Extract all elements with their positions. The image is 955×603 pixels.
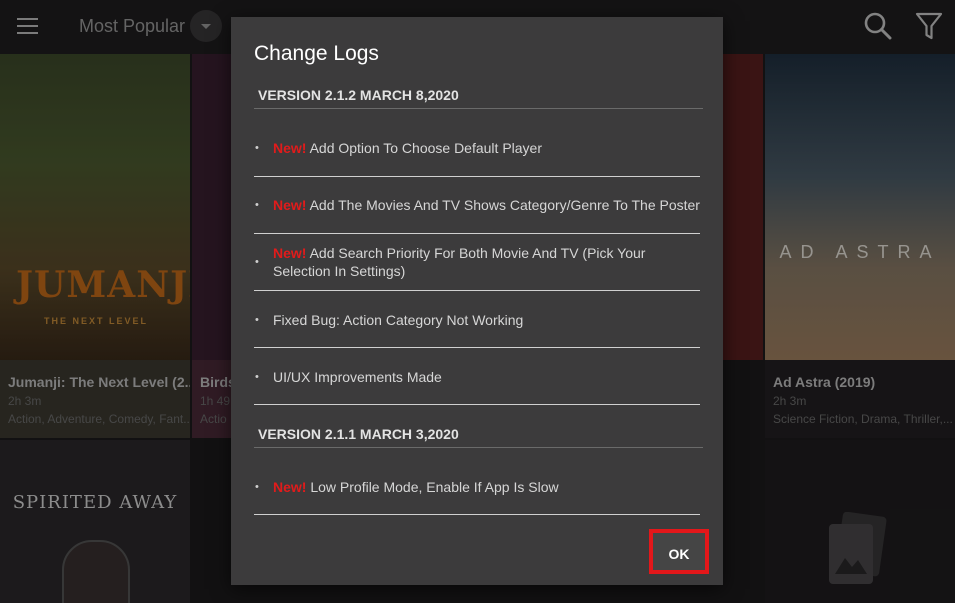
- version-divider: [254, 447, 703, 448]
- new-tag: New!: [273, 245, 307, 261]
- version-divider: [254, 108, 703, 109]
- item-divider: [254, 404, 700, 405]
- new-tag: New!: [273, 197, 307, 213]
- changelog-text: Add The Movies And TV Shows Category/Gen…: [306, 197, 700, 213]
- new-tag: New!: [273, 140, 307, 156]
- changelog-text: UI/UX Improvements Made: [273, 369, 442, 385]
- item-divider: [254, 233, 700, 234]
- item-divider: [254, 290, 700, 291]
- item-divider: [254, 176, 700, 177]
- new-tag: New!: [273, 479, 307, 495]
- ok-button[interactable]: OK: [649, 529, 709, 574]
- ok-button-label: OK: [668, 546, 690, 562]
- item-divider: [254, 514, 700, 515]
- version-header: VERSION 2.1.1 MARCH 3,2020: [258, 426, 459, 442]
- changelog-text: Add Search Priority For Both Movie And T…: [273, 245, 646, 279]
- item-divider: [254, 347, 700, 348]
- changelog-text: Add Option To Choose Default Player: [306, 140, 543, 156]
- version-header: VERSION 2.1.2 MARCH 8,2020: [258, 87, 459, 103]
- dialog-title: Change Logs: [254, 42, 379, 65]
- change-logs-dialog: Change Logs VERSION 2.1.2 MARCH 8,2020 •…: [231, 17, 723, 585]
- changelog-text: Low Profile Mode, Enable If App Is Slow: [306, 479, 559, 495]
- changelog-text: Fixed Bug: Action Category Not Working: [273, 312, 524, 328]
